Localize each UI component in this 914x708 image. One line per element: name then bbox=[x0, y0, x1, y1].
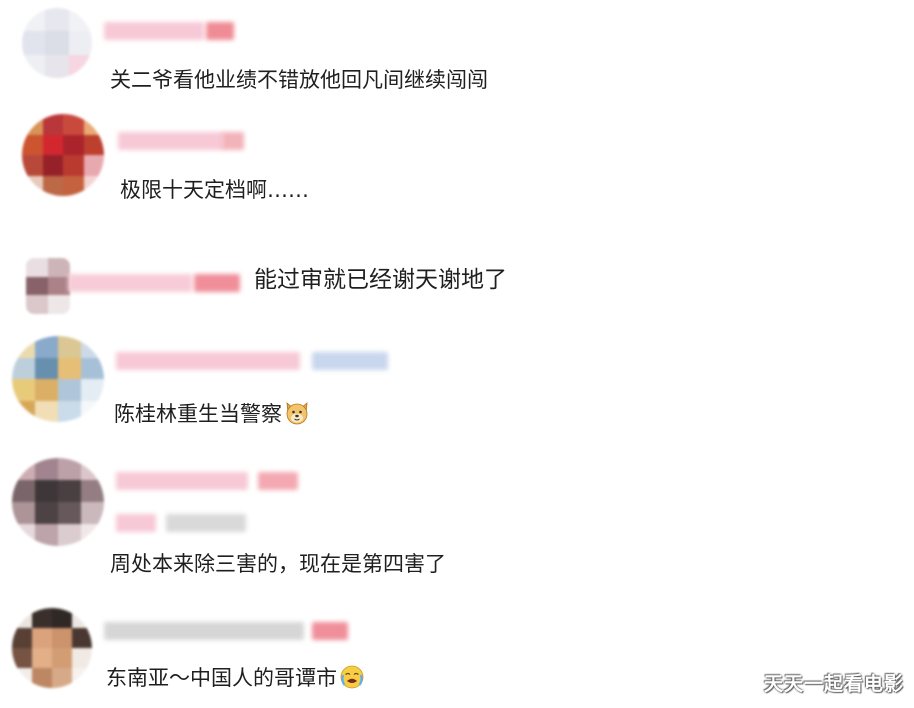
username-redacted bbox=[312, 622, 348, 640]
avatar[interactable] bbox=[12, 336, 104, 422]
avatar[interactable] bbox=[22, 8, 92, 78]
comment-text: 东南亚～中国人的哥谭市 bbox=[106, 664, 365, 692]
comment-text: 极限十天定档啊…… bbox=[120, 178, 309, 202]
user-badge-redacted bbox=[166, 514, 246, 532]
watermark: 天天一起看电影 bbox=[763, 673, 904, 695]
comment-text-content: 陈桂林重生当警察 bbox=[114, 402, 282, 426]
username-redacted bbox=[258, 472, 298, 490]
comment-text-content: 东南亚～中国人的哥谭市 bbox=[106, 666, 337, 690]
comment-text: 能过审就已经谢天谢地了 bbox=[254, 267, 507, 293]
comment-text: 周处本来除三害的，现在是第四害了 bbox=[110, 552, 446, 576]
crying-face-emoji bbox=[340, 665, 364, 689]
avatar[interactable] bbox=[12, 608, 92, 688]
username-redacted[interactable] bbox=[104, 622, 304, 640]
username-redacted bbox=[206, 22, 234, 40]
username-redacted bbox=[194, 274, 240, 292]
username-redacted[interactable] bbox=[68, 274, 192, 292]
comment-text: 陈桂林重生当警察 bbox=[114, 400, 310, 428]
avatar[interactable] bbox=[12, 458, 104, 546]
comment-text: 关二爷看他业绩不错放他回凡间继续闯闯 bbox=[110, 68, 488, 92]
dog-face-emoji bbox=[286, 402, 308, 425]
username-redacted[interactable] bbox=[104, 22, 204, 40]
username-redacted bbox=[312, 352, 388, 370]
username-redacted[interactable] bbox=[116, 472, 248, 490]
username-redacted[interactable] bbox=[118, 132, 224, 150]
avatar[interactable] bbox=[26, 258, 70, 314]
username-redacted[interactable] bbox=[116, 352, 300, 370]
user-badge-redacted bbox=[116, 514, 156, 532]
username-redacted bbox=[222, 132, 244, 150]
avatar[interactable] bbox=[22, 114, 104, 196]
